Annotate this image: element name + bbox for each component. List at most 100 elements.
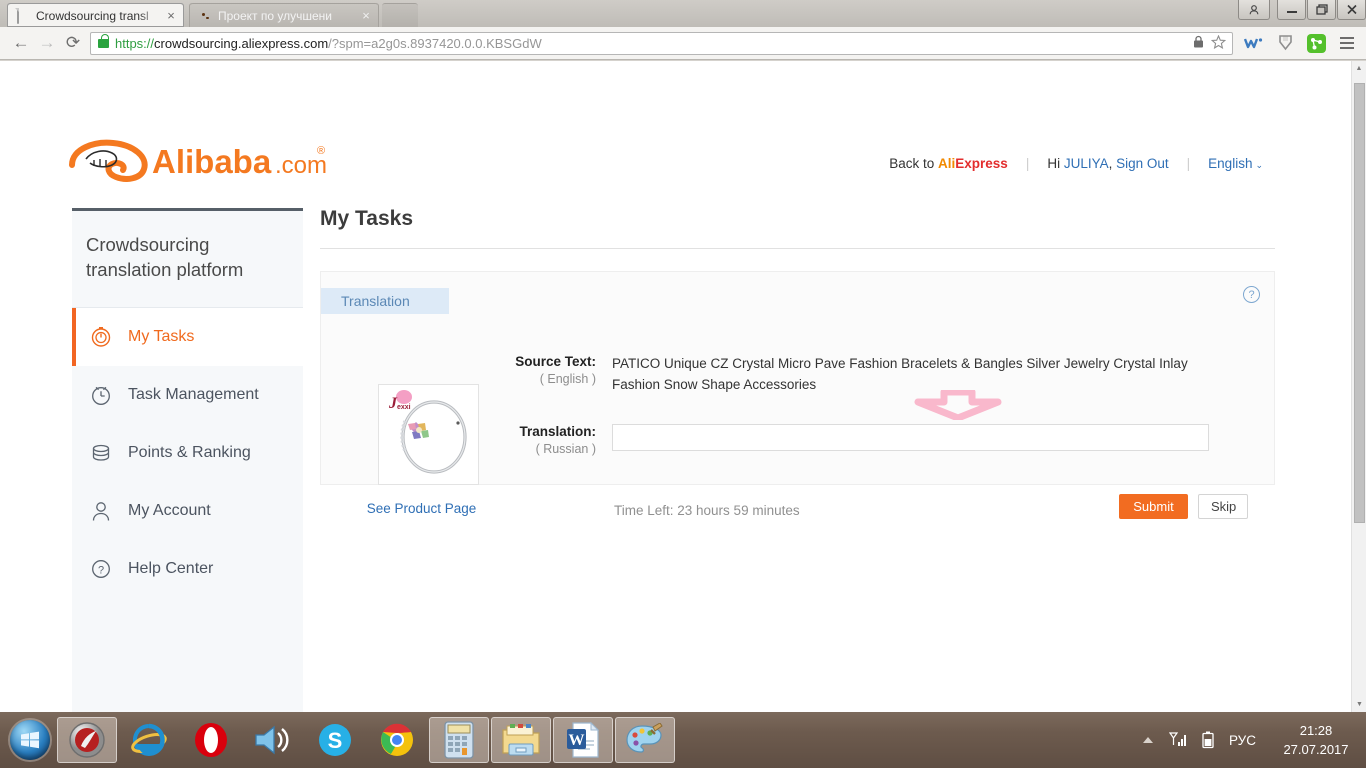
new-tab-button[interactable] <box>382 3 418 27</box>
show-hidden-icons-chevron-icon[interactable] <box>1133 736 1163 744</box>
sidebar-item-my-tasks[interactable]: My Tasks <box>72 307 303 366</box>
page-scrollbar[interactable]: ▲ ▼ <box>1351 61 1366 712</box>
translation-language-label: ( Russian ) <box>535 442 596 456</box>
account-greeting: Hi JULIYA, Sign Out <box>1047 156 1168 171</box>
taskbar-opera[interactable] <box>181 717 241 763</box>
chrome-menu-icon[interactable] <box>1336 32 1358 54</box>
document-icon <box>17 7 31 24</box>
sidebar-item-label: Task Management <box>128 385 259 403</box>
sidebar-item-task-management[interactable]: Task Management <box>72 366 303 424</box>
svg-text:Alibaba: Alibaba <box>152 143 272 180</box>
svg-text:?: ? <box>98 564 104 576</box>
taskbar-comodo-dragon[interactable] <box>57 717 117 763</box>
download-extension-icon[interactable] <box>1274 32 1296 54</box>
close-button[interactable] <box>1337 0 1366 20</box>
source-text-label-group: Source Text: ( English ) <box>512 354 612 396</box>
browser-tab-active[interactable]: Crowdsourcing transl × <box>8 3 183 27</box>
taskbar-paint[interactable] <box>615 717 675 763</box>
taskbar-chrome[interactable] <box>367 717 427 763</box>
language-label[interactable]: English <box>1208 156 1252 171</box>
maximize-button[interactable] <box>1307 0 1336 20</box>
svg-text:exxi: exxi <box>397 404 411 411</box>
sign-out-link[interactable]: Sign Out <box>1116 156 1169 171</box>
sidebar-item-help-center[interactable]: ? Help Center <box>72 540 303 598</box>
chevron-down-icon: ⌄ <box>1255 160 1263 170</box>
back-icon[interactable]: ← <box>8 30 34 56</box>
product-image[interactable]: J exxi <box>377 384 479 485</box>
site-header: Alibaba .com ® Back to AliExpress | Hi J… <box>0 61 1351 182</box>
translation-input[interactable] <box>612 424 1209 451</box>
battery-icon[interactable] <box>1193 731 1223 749</box>
taskbar-internet-explorer[interactable] <box>119 717 179 763</box>
skip-button[interactable]: Skip <box>1198 494 1248 519</box>
help-icon[interactable]: ? <box>1243 286 1260 303</box>
url-path: /?spm=a2g0s.8937420.0.0.KBSGdW <box>328 35 542 51</box>
taskbar-clock[interactable]: 21:28 27.07.2017 <box>1270 721 1362 759</box>
taskbar-microsoft-word[interactable]: W <box>553 717 613 763</box>
forward-icon[interactable]: → <box>34 30 60 56</box>
back-to-aliexpress-link[interactable]: Back to AliExpress <box>889 156 1008 171</box>
coins-stack-icon <box>90 442 116 464</box>
translation-row: Translation: ( Russian ) <box>512 424 1232 456</box>
taskbar-file-explorer[interactable] <box>491 717 551 763</box>
svg-text:S: S <box>328 728 343 753</box>
nav-divider: | <box>1025 156 1030 171</box>
clock-date: 27.07.2017 <box>1283 742 1349 757</box>
address-bar[interactable]: https://crowdsourcing.aliexpress.com/?sp… <box>90 31 1233 55</box>
translation-label: Translation: <box>519 424 596 439</box>
tab-title: Проект по улучшени <box>218 8 332 23</box>
back-to-label: Back to <box>889 156 939 171</box>
minimize-button[interactable] <box>1277 0 1306 20</box>
source-text-row: Source Text: ( English ) PATICO Unique C… <box>512 354 1232 396</box>
browser-tab-inactive[interactable]: Проект по улучшени × <box>190 3 378 27</box>
sidebar: Crowdsourcing translation platform My Ta… <box>72 208 303 712</box>
start-button[interactable] <box>3 717 57 763</box>
green-extension-icon[interactable] <box>1305 32 1327 54</box>
lock-icon <box>98 33 109 48</box>
source-text-label: Source Text: <box>515 354 596 369</box>
svg-text:W: W <box>569 732 585 749</box>
task-card: Translation ? J exxi See Product Page So… <box>320 271 1275 519</box>
main-content: My Tasks Translation ? J exxi See Produc… <box>320 207 1275 519</box>
sidebar-filler <box>72 597 303 712</box>
page-title: My Tasks <box>320 207 413 230</box>
username-link[interactable]: JULIYA <box>1064 156 1109 171</box>
taskbar-calculator[interactable] <box>429 717 489 763</box>
input-language-indicator[interactable]: РУС <box>1229 733 1256 748</box>
taskbar-volume-speaker[interactable] <box>243 717 303 763</box>
page-viewport: Alibaba .com ® Back to AliExpress | Hi J… <box>0 61 1351 712</box>
svg-text:®: ® <box>317 145 325 157</box>
time-left-status: Time Left: 23 hours 59 minutes <box>614 503 800 518</box>
page-lock-icon[interactable] <box>1193 35 1204 51</box>
sidebar-item-my-account[interactable]: My Account <box>72 482 303 540</box>
submit-button[interactable]: Submit <box>1119 494 1188 519</box>
windows-start-orb-icon <box>10 720 50 760</box>
language-selector[interactable]: English ⌄ <box>1208 156 1263 171</box>
scrollbar-thumb[interactable] <box>1354 83 1365 523</box>
reload-icon[interactable]: ⟳ <box>60 30 86 56</box>
alibaba-logo[interactable]: Alibaba .com ® <box>68 137 327 185</box>
nav-divider-2: | <box>1186 156 1191 171</box>
express-brand-text: Express <box>955 156 1008 171</box>
see-product-page-link[interactable]: See Product Page <box>350 501 493 516</box>
scroll-up-arrow-icon[interactable]: ▲ <box>1352 61 1366 76</box>
w-extension-icon[interactable] <box>1243 32 1265 54</box>
extension-icons <box>1239 32 1358 54</box>
network-signal-icon[interactable] <box>1163 732 1193 748</box>
taskbar-skype[interactable]: S <box>305 717 365 763</box>
user-profile-icon[interactable] <box>1238 0 1270 20</box>
timer-icon <box>90 326 116 348</box>
clock-icon <box>90 384 116 406</box>
tab-title: Crowdsourcing transl <box>36 8 149 23</box>
tab-close-icon[interactable]: × <box>165 9 177 22</box>
cookie-icon <box>199 9 213 23</box>
tab-close-icon[interactable]: × <box>360 9 372 22</box>
star-bookmark-icon[interactable] <box>1210 34 1227 52</box>
sidebar-item-points-ranking[interactable]: Points & Ranking <box>72 424 303 482</box>
window-controls <box>1237 0 1366 22</box>
greeting-text: Hi <box>1047 156 1064 171</box>
scroll-down-arrow-icon[interactable]: ▼ <box>1352 697 1366 712</box>
system-tray: РУС 21:28 27.07.2017 <box>1133 712 1366 768</box>
title-divider <box>320 248 1275 249</box>
person-icon <box>90 500 116 522</box>
